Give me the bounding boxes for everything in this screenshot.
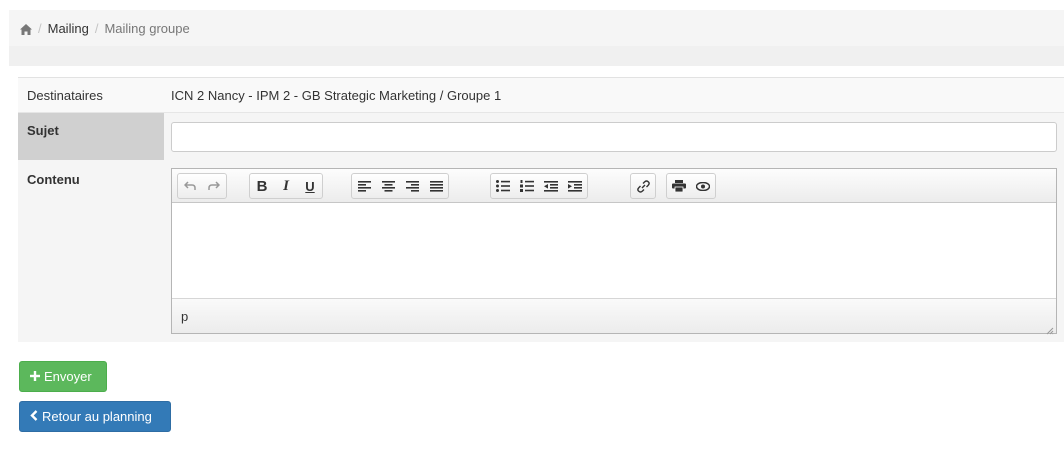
- numbered-list-icon[interactable]: [515, 174, 539, 198]
- bold-icon[interactable]: B: [250, 174, 274, 198]
- editor-statusbar: p: [172, 298, 1056, 335]
- editor-toolbar: B I U: [172, 169, 1056, 203]
- home-icon[interactable]: [20, 23, 32, 35]
- back-label: Retour au planning: [42, 409, 152, 424]
- toolbar-group-history: [177, 173, 227, 199]
- undo-icon[interactable]: [178, 174, 202, 198]
- row-sujet: Sujet: [18, 113, 1064, 160]
- send-label: Envoyer: [44, 369, 92, 384]
- sujet-input[interactable]: [171, 122, 1057, 152]
- row-contenu: Contenu B I U p: [18, 160, 1064, 342]
- editor-content-area[interactable]: [172, 203, 1056, 298]
- align-left-icon[interactable]: [352, 174, 376, 198]
- bullet-list-icon[interactable]: [491, 174, 515, 198]
- header-divider: [9, 46, 1064, 66]
- outdent-icon[interactable]: [539, 174, 563, 198]
- toolbar-group-format: B I U: [249, 173, 323, 199]
- print-icon[interactable]: [667, 174, 691, 198]
- toolbar-group-align: [351, 173, 449, 199]
- toolbar-group-misc: [666, 173, 716, 199]
- sujet-label: Sujet: [27, 123, 59, 138]
- breadcrumb-separator: /: [38, 20, 42, 36]
- plus-icon: [30, 369, 40, 384]
- align-right-icon[interactable]: [400, 174, 424, 198]
- indent-icon[interactable]: [563, 174, 587, 198]
- redo-icon[interactable]: [202, 174, 226, 198]
- sujet-label-cell: Sujet: [18, 113, 164, 160]
- resize-handle-icon[interactable]: [1046, 323, 1054, 335]
- underline-icon[interactable]: U: [298, 174, 322, 198]
- destinataires-label: Destinataires: [27, 88, 103, 103]
- link-icon[interactable]: [631, 174, 655, 198]
- contenu-label: Contenu: [27, 172, 80, 187]
- back-to-planning-button[interactable]: Retour au planning: [19, 401, 171, 432]
- send-button[interactable]: Envoyer: [19, 361, 107, 392]
- rich-text-editor: B I U p: [171, 168, 1057, 335]
- breadcrumb-mailing[interactable]: Mailing: [48, 21, 89, 36]
- breadcrumb-separator: /: [94, 20, 99, 36]
- toolbar-group-lists: [490, 173, 588, 199]
- preview-icon[interactable]: [691, 174, 715, 198]
- toolbar-group-link: [630, 173, 656, 199]
- destinataires-value: ICN 2 Nancy - IPM 2 - GB Strategic Marke…: [171, 88, 502, 103]
- breadcrumb-current: Mailing groupe: [104, 20, 190, 36]
- align-justify-icon[interactable]: [424, 174, 448, 198]
- mail-form: Destinataires ICN 2 Nancy - IPM 2 - GB S…: [18, 77, 1064, 342]
- row-destinataires: Destinataires ICN 2 Nancy - IPM 2 - GB S…: [18, 78, 1064, 113]
- align-center-icon[interactable]: [376, 174, 400, 198]
- element-path[interactable]: p: [181, 309, 188, 324]
- chevron-left-icon: [30, 409, 38, 424]
- italic-icon[interactable]: I: [274, 174, 298, 198]
- breadcrumb: / Mailing / Mailing groupe: [9, 10, 1064, 46]
